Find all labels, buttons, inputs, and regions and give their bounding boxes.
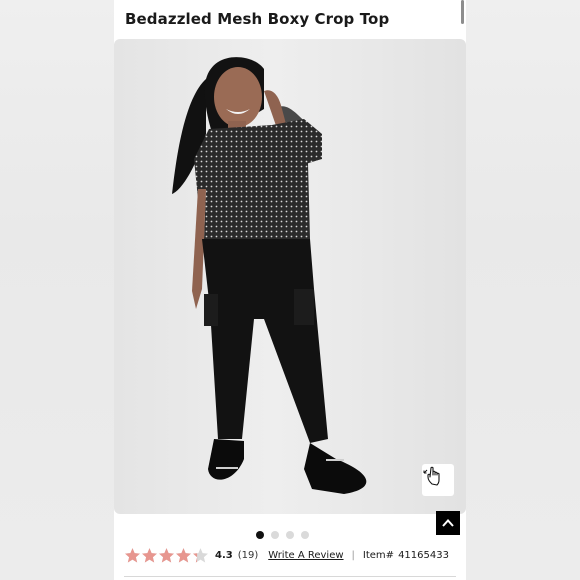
blurred-left-margin (0, 0, 114, 580)
product-title: Bedazzled Mesh Boxy Crop Top (125, 10, 390, 28)
scroll-to-top-button[interactable] (436, 511, 460, 535)
item-number-label: Item# (362, 549, 395, 561)
star-icon (125, 547, 140, 563)
blurred-right-margin (466, 0, 580, 580)
divider-line (124, 576, 456, 577)
star-icon (159, 547, 174, 563)
scrollbar[interactable] (461, 0, 464, 24)
item-number: 41165433 (398, 549, 449, 561)
star-rating[interactable] (124, 547, 209, 564)
zoom-button[interactable] (422, 464, 454, 496)
rating-value: 4.3 (215, 549, 233, 561)
write-review-link[interactable]: Write A Review (268, 550, 343, 561)
divider: | (351, 549, 355, 561)
gallery-dot-1[interactable] (256, 531, 264, 539)
gallery-pagination (256, 531, 309, 539)
star-icon (193, 547, 208, 563)
gallery-dot-3[interactable] (286, 531, 294, 539)
product-image[interactable] (114, 39, 466, 514)
gallery-dot-2[interactable] (271, 531, 279, 539)
product-page: Bedazzled Mesh Boxy Crop Top 4.3 (19) Wr… (114, 0, 466, 580)
hand-zoom-icon (423, 466, 440, 486)
gallery-dot-4[interactable] (301, 531, 309, 539)
model-photo (172, 57, 367, 494)
star-icon (176, 547, 191, 563)
review-count[interactable]: (19) (238, 550, 259, 561)
chevron-up-icon (442, 519, 454, 527)
star-icon (142, 547, 157, 563)
rating-row: 4.3 (19) Write A Review | Item# 41165433 (124, 546, 449, 564)
